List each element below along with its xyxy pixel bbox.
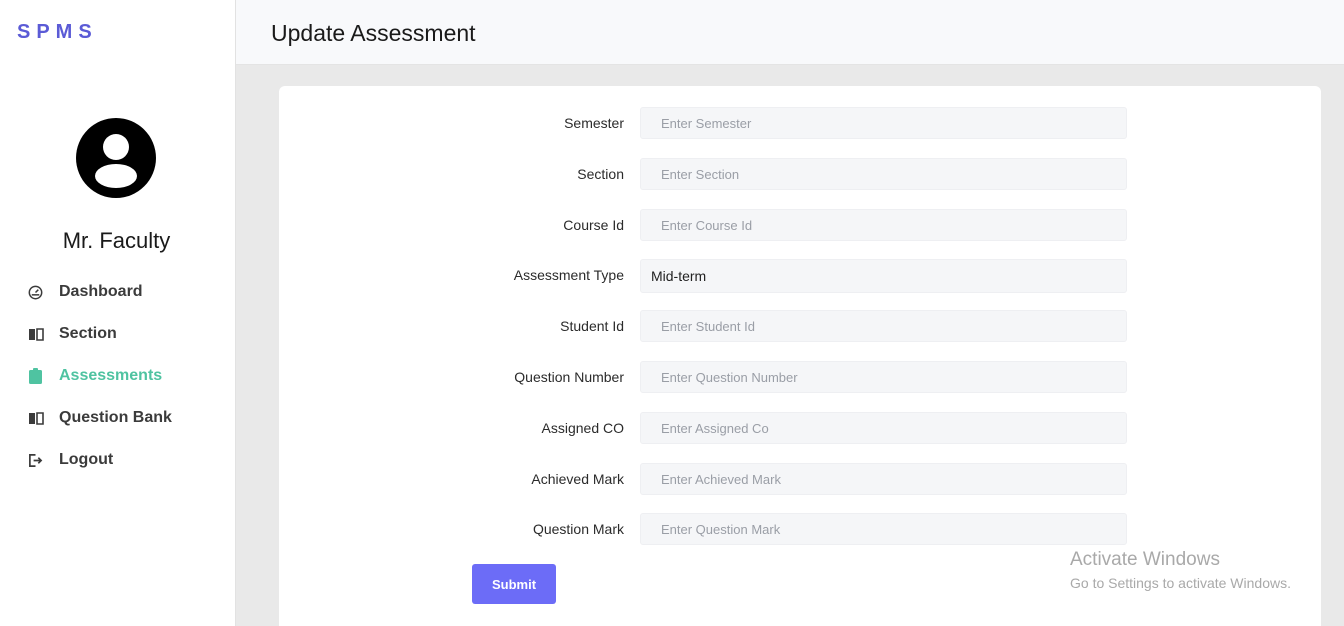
submit-button[interactable]: Submit: [472, 564, 556, 604]
sidebar-item-question-bank[interactable]: Question Bank: [0, 397, 235, 439]
user-name: Mr. Faculty: [62, 228, 171, 253]
sidebar-item-label: Logout: [59, 451, 114, 468]
sidebar-nav: Dashboard Section Assessments Question B…: [0, 271, 235, 481]
section-label: Section: [577, 166, 624, 182]
assessment-type-input[interactable]: [640, 259, 1127, 293]
sidebar-item-assessments[interactable]: Assessments: [0, 355, 235, 397]
course-id-input[interactable]: [640, 209, 1127, 241]
top-header: Update Assessment: [236, 0, 1344, 65]
page-title: Update Assessment: [271, 20, 476, 46]
book-icon: [27, 326, 44, 343]
user-avatar-icon: [76, 118, 156, 198]
achieved-mark-label: Achieved Mark: [531, 471, 624, 487]
sidebar-item-section[interactable]: Section: [0, 313, 235, 355]
section-input[interactable]: [640, 158, 1127, 190]
sidebar-item-label: Question Bank: [59, 409, 172, 426]
student-id-label: Student Id: [560, 318, 624, 334]
sidebar: SPMS Mr. Faculty Dashboard Section Asses…: [0, 0, 236, 626]
semester-input[interactable]: [640, 107, 1127, 139]
semester-label: Semester: [564, 115, 624, 131]
assigned-co-input[interactable]: [640, 412, 1127, 444]
question-mark-input[interactable]: [640, 513, 1127, 545]
book-icon: [27, 410, 44, 427]
sidebar-item-logout[interactable]: Logout: [0, 439, 235, 481]
question-mark-label: Question Mark: [532, 521, 624, 537]
assigned-co-label: Assigned CO: [541, 420, 624, 436]
clipboard-icon: [27, 368, 44, 385]
watermark-title: Activate Windows: [1070, 549, 1220, 570]
sidebar-item-label: Section: [59, 325, 117, 342]
sidebar-item-dashboard[interactable]: Dashboard: [0, 271, 235, 313]
sidebar-item-label: Dashboard: [59, 283, 143, 300]
assessment-form-card: Semester Section Course Id Assessment Ty…: [279, 86, 1321, 626]
dashboard-gauge-icon: [27, 284, 44, 301]
assessment-type-label: Assessment Type: [513, 267, 624, 283]
course-id-label: Course Id: [563, 217, 624, 233]
question-number-label: Question Number: [514, 369, 624, 385]
achieved-mark-input[interactable]: [640, 463, 1127, 495]
student-id-input[interactable]: [640, 310, 1127, 342]
watermark-subtitle: Go to Settings to activate Windows.: [1070, 575, 1291, 591]
brand-logo[interactable]: SPMS: [17, 21, 98, 44]
question-number-input[interactable]: [640, 361, 1127, 393]
logout-icon: [27, 452, 44, 469]
sidebar-item-label: Assessments: [59, 367, 163, 384]
activate-windows-watermark: Activate Windows Go to Settings to activ…: [1070, 549, 1291, 591]
